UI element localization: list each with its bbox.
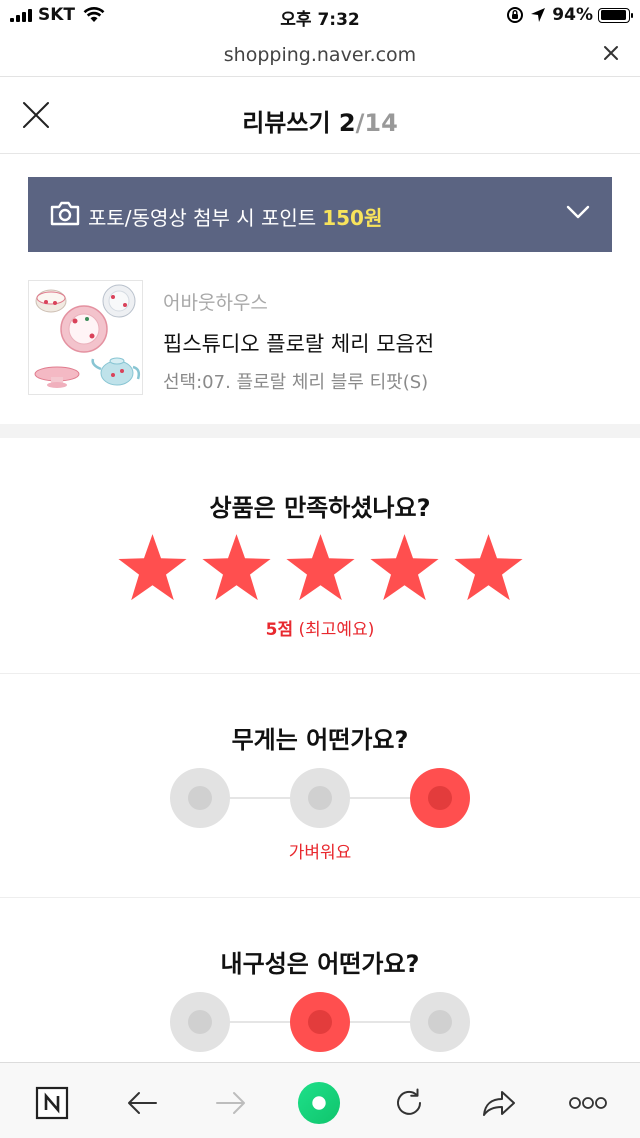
- naver-home-icon[interactable]: [30, 1081, 74, 1125]
- page-title: 리뷰쓰기 2/14: [0, 103, 640, 138]
- more-icon[interactable]: [566, 1081, 610, 1125]
- product-thumbnail: [28, 280, 143, 395]
- title-text: 리뷰쓰기: [242, 109, 331, 137]
- section-divider: [0, 424, 640, 438]
- chevron-down-icon[interactable]: [566, 204, 590, 220]
- close-icon[interactable]: [602, 44, 620, 62]
- browser-toolbar: [0, 1062, 640, 1138]
- product-option: 선택:07. 플로랄 체리 블루 티팟(S): [163, 372, 429, 393]
- battery-icon: [598, 7, 633, 23]
- rating-desc: (최고예요): [298, 620, 375, 640]
- rotation-lock-icon: [507, 7, 524, 23]
- location-icon: [531, 8, 546, 22]
- star-1[interactable]: [117, 532, 188, 603]
- star-3[interactable]: [285, 532, 356, 603]
- green-dot-icon[interactable]: [297, 1081, 341, 1125]
- rating-label: 5점 (최고예요): [0, 615, 640, 640]
- rating-score: 5점: [265, 620, 294, 640]
- banner-message: 포토/동영상 첨부 시 포인트: [88, 206, 317, 230]
- photo-points-banner[interactable]: 포토/동영상 첨부 시 포인트 150원: [28, 177, 612, 252]
- durability-option-3[interactable]: [410, 992, 470, 1052]
- url-text[interactable]: shopping.naver.com: [0, 44, 640, 66]
- camera-icon: [50, 201, 80, 226]
- weight-section: 무게는 어떤가요? 가벼워요: [0, 674, 640, 898]
- share-icon[interactable]: [477, 1081, 521, 1125]
- back-arrow-icon[interactable]: [120, 1081, 164, 1125]
- weight-option-1[interactable]: [170, 768, 230, 828]
- url-bar: shopping.naver.com: [0, 30, 640, 77]
- battery-percent: 94%: [552, 5, 593, 25]
- weight-choices: [170, 768, 470, 828]
- product-store: 어바웃하우스: [163, 292, 268, 314]
- status-bar: SKT 오후 7:32 94%: [0, 0, 640, 30]
- weight-label: 가벼워요: [288, 843, 352, 863]
- durability-option-1[interactable]: [170, 992, 230, 1052]
- forward-arrow-icon[interactable]: [209, 1081, 253, 1125]
- title-total: /14: [355, 109, 398, 137]
- tableware-image: [34, 284, 141, 388]
- star-4[interactable]: [369, 532, 440, 603]
- durability-option-2[interactable]: [290, 992, 350, 1052]
- weight-option-2[interactable]: [290, 768, 350, 828]
- page-header: 리뷰쓰기 2/14: [0, 77, 640, 154]
- product-info: 어바웃하우스 핍스튜디오 플로랄 체리 모음전 선택:07. 플로랄 체리 블루…: [28, 280, 612, 398]
- weight-option-3[interactable]: [410, 768, 470, 828]
- weight-question: 무게는 어떤가요?: [231, 726, 409, 754]
- status-right: 94%: [506, 5, 633, 25]
- durability-choices: [170, 992, 470, 1052]
- banner-text: 포토/동영상 첨부 시 포인트 150원: [88, 202, 382, 231]
- product-name: 핍스튜디오 플로랄 체리 모음전: [163, 332, 435, 356]
- durability-question: 내구성은 어떤가요?: [220, 950, 420, 978]
- star-rating: [117, 532, 524, 603]
- rating-section: 상품은 만족하셨나요? 5점 (최고예요): [0, 438, 640, 674]
- star-2[interactable]: [201, 532, 272, 603]
- reload-icon[interactable]: [387, 1081, 431, 1125]
- rating-question: 상품은 만족하셨나요?: [209, 494, 431, 522]
- title-current: 2: [338, 109, 356, 137]
- star-5[interactable]: [453, 532, 524, 603]
- durability-section: 내구성은 어떤가요?: [0, 898, 640, 1062]
- banner-points: 150원: [322, 206, 383, 230]
